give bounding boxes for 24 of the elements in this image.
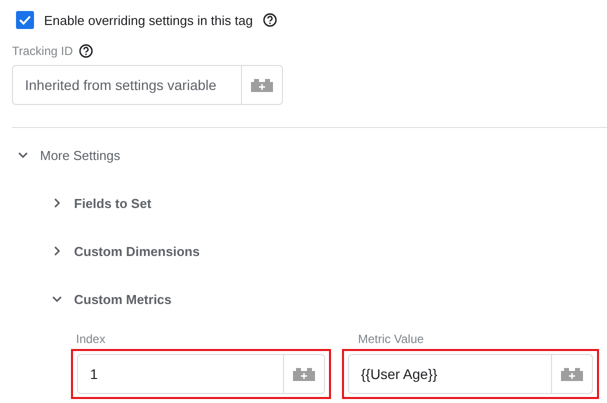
checkbox[interactable] <box>16 11 34 29</box>
tracking-id-field[interactable]: Inherited from settings variable <box>12 65 283 105</box>
section-toggle[interactable]: Custom Dimensions <box>52 241 200 261</box>
input-field[interactable]: 1 <box>78 355 283 393</box>
help-icon[interactable] <box>78 44 93 58</box>
help-icon[interactable] <box>262 13 277 27</box>
section-toggle[interactable]: More Settings <box>18 145 120 165</box>
input-field[interactable]: {{User Age}} <box>349 355 551 393</box>
checkbox-label: Enable overriding settings in this tag <box>44 12 253 28</box>
chevron-icon <box>52 246 62 256</box>
section-toggle[interactable]: Fields to Set <box>52 193 152 213</box>
chevron-icon <box>52 294 62 304</box>
column-label: Metric Value <box>358 332 425 346</box>
field-label: Tracking ID <box>12 44 73 58</box>
input-field[interactable]: Inherited from settings variable <box>13 66 241 104</box>
section-toggle[interactable]: Custom Metrics <box>52 289 172 309</box>
variable-icon <box>293 367 315 381</box>
index-field[interactable]: 1 <box>77 354 325 394</box>
variable-icon <box>251 78 273 92</box>
variable-icon <box>561 367 583 381</box>
column-label: Index <box>76 332 106 346</box>
chevron-icon <box>52 198 62 208</box>
chevron-icon <box>18 150 28 160</box>
metric-value-field[interactable]: {{User Age}} <box>348 354 593 394</box>
